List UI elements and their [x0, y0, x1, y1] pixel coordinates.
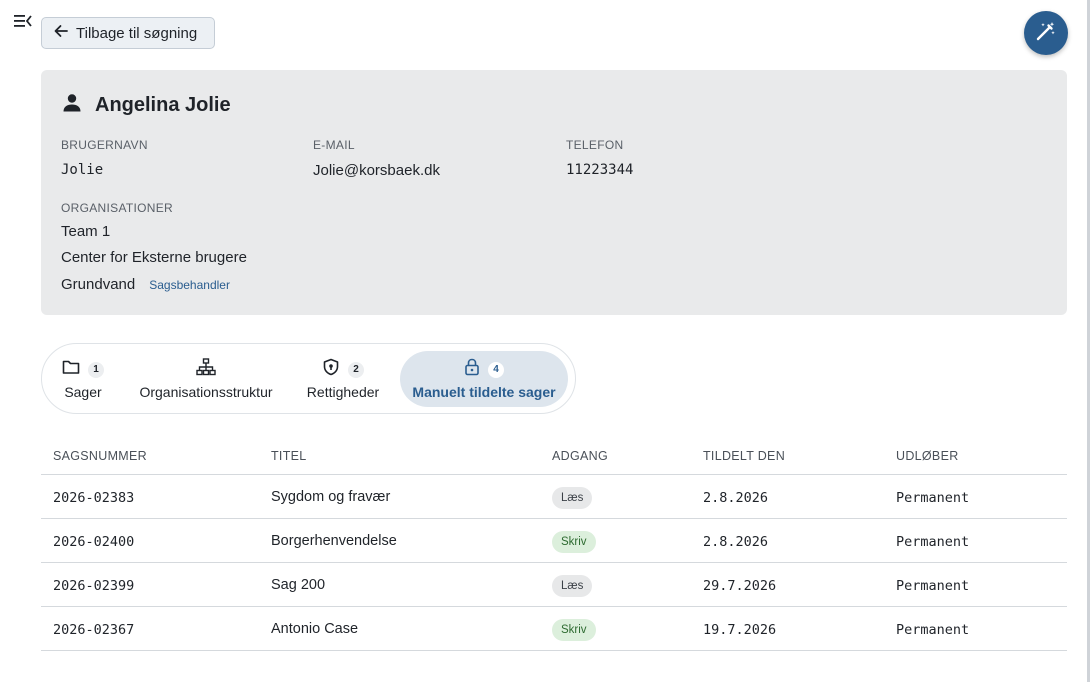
case-number-cell: 2026-02367 — [53, 622, 135, 638]
assigned-date-cell: 29.7.2026 — [703, 578, 777, 594]
organization-item: Team 1 — [61, 223, 110, 240]
tab-organisationsstruktur[interactable]: Organisationsstruktur — [128, 351, 284, 407]
tab-label: Sager — [64, 383, 102, 400]
case-title-cell: Antonio Case — [271, 621, 359, 637]
assigned-date-cell: 2.8.2026 — [703, 534, 769, 550]
magic-wand-button[interactable] — [1024, 11, 1068, 55]
access-badge: Skriv — [552, 531, 596, 553]
case-number-cell: 2026-02399 — [53, 578, 135, 594]
arrow-left-icon — [53, 23, 69, 44]
expires-cell: Permanent — [896, 578, 970, 594]
phone-value: 11223344 — [566, 162, 634, 178]
tab-label: Manuelt tildelte sager — [412, 383, 556, 400]
access-badge: Læs — [552, 575, 593, 597]
assigned-cases-table: SAGSNUMMER TITEL ADGANG TILDELT DEN UDLØ… — [41, 436, 1067, 651]
access-badge: Læs — [552, 487, 593, 509]
column-header-access[interactable]: ADGANG — [552, 449, 608, 463]
case-title-cell: Borgerhenvendelse — [271, 533, 397, 549]
email-value: Jolie@korsbaek.dk — [313, 162, 440, 179]
expires-cell: Permanent — [896, 490, 970, 506]
email-label: E-MAIL — [313, 138, 355, 152]
case-number-cell: 2026-02400 — [53, 534, 135, 550]
table-header-row: SAGSNUMMER TITEL ADGANG TILDELT DEN UDLØ… — [41, 436, 1067, 475]
tab-rettigheder[interactable]: 2 Rettigheder — [298, 351, 388, 407]
column-header-title[interactable]: TITEL — [271, 449, 307, 463]
organization-item: Center for Eksterne brugere — [61, 249, 247, 266]
tab-count-badge: 1 — [88, 361, 104, 378]
column-header-assigned[interactable]: TILDELT DEN — [703, 449, 785, 463]
column-header-case-number[interactable]: SAGSNUMMER — [53, 449, 147, 463]
table-row[interactable]: 2026-02383 Sygdom og fravær Læs 2.8.2026… — [41, 475, 1067, 519]
shield-icon — [322, 358, 340, 381]
tab-label: Rettigheder — [306, 383, 380, 400]
magic-wand-icon — [1035, 20, 1057, 47]
organization-role-link[interactable]: Sagsbehandler — [149, 278, 230, 292]
case-number-cell: 2026-02383 — [53, 490, 135, 506]
lock-icon — [464, 358, 480, 381]
phone-label: TELEFON — [566, 138, 624, 152]
tab-sager[interactable]: 1 Sager — [50, 351, 116, 407]
assigned-date-cell: 2.8.2026 — [703, 490, 769, 506]
user-full-name: Angelina Jolie — [95, 94, 231, 116]
column-header-expires[interactable]: UDLØBER — [896, 449, 959, 463]
table-row[interactable]: 2026-02400 Borgerhenvendelse Skriv 2.8.2… — [41, 519, 1067, 563]
organization-name: Grundvand — [61, 276, 136, 293]
menu-collapse-icon[interactable] — [13, 12, 33, 30]
folder-icon — [62, 359, 80, 380]
username-label: BRUGERNAVN — [61, 138, 148, 152]
person-icon — [61, 92, 83, 119]
expires-cell: Permanent — [896, 622, 970, 638]
case-title-cell: Sygdom og fravær — [271, 489, 391, 505]
expires-cell: Permanent — [896, 534, 970, 550]
tab-bar: 1 Sager Organisationsstruktur 2 Rettighe… — [41, 343, 576, 414]
tab-count-badge: 4 — [488, 361, 504, 378]
tab-manuelt-tildelte-sager[interactable]: 4 Manuelt tildelte sager — [400, 351, 568, 407]
access-badge: Skriv — [552, 619, 596, 641]
user-profile-card: Angelina Jolie BRUGERNAVN Jolie E-MAIL J… — [41, 70, 1067, 315]
profile-header: Angelina Jolie — [61, 92, 231, 119]
organization-name: Team 1 — [61, 223, 111, 240]
back-button-label: Tilbage til søgning — [76, 24, 198, 42]
table-row[interactable]: 2026-02399 Sag 200 Læs 29.7.2026 Permane… — [41, 563, 1067, 607]
username-value: Jolie — [61, 162, 104, 178]
assigned-date-cell: 19.7.2026 — [703, 622, 777, 638]
organization-item: Grundvand Sagsbehandler — [61, 276, 230, 293]
tab-count-badge: 2 — [348, 361, 364, 378]
case-title-cell: Sag 200 — [271, 577, 326, 593]
table-row[interactable]: 2026-02367 Antonio Case Skriv 19.7.2026 … — [41, 607, 1067, 651]
back-to-search-button[interactable]: Tilbage til søgning — [41, 17, 215, 49]
organizations-label: ORGANISATIONER — [61, 201, 173, 215]
org-chart-icon — [196, 358, 216, 381]
organization-name: Center for Eksterne brugere — [61, 249, 247, 266]
tab-label: Organisationsstruktur — [139, 383, 273, 400]
